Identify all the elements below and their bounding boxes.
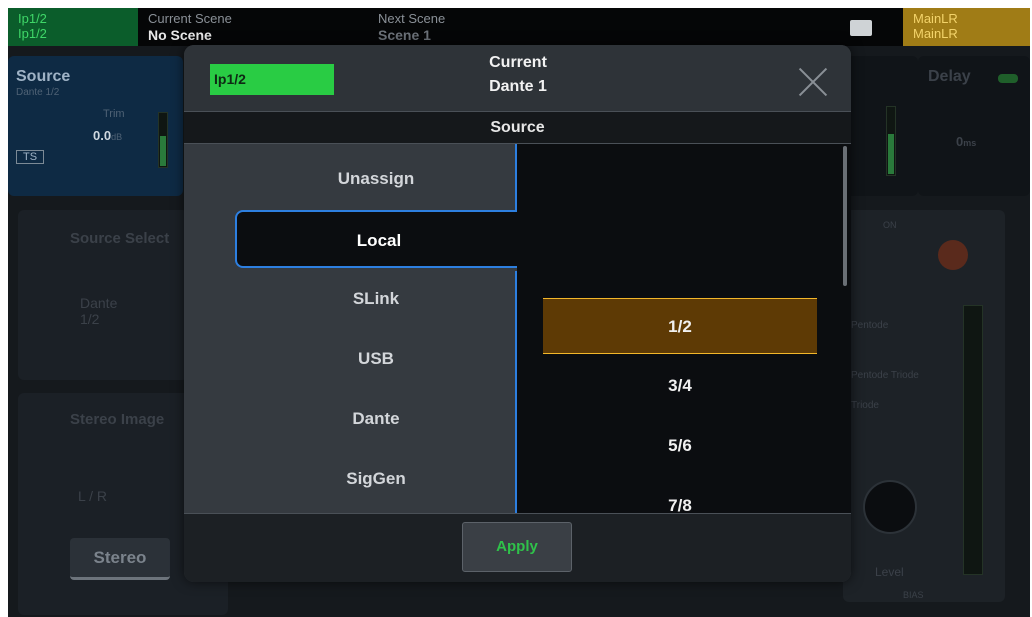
amp-panel: ON Pentode Pentode Triode Triode Level B… [843,210,1005,602]
tab-local[interactable]: Local [235,210,521,268]
level-knob[interactable] [863,480,917,534]
option-3-4[interactable]: 3/4 [543,358,817,414]
dialog-body: Unassign Local SLink USB Dante SigGen 1/… [184,144,851,513]
gate-meter [886,106,896,176]
tab-dante[interactable]: Dante [236,390,516,448]
amp-meter [963,305,983,575]
current-scene-label: Current Scene [148,11,232,26]
delay-label: Delay [928,68,971,85]
pentode-label: Pentode [851,320,889,331]
mixer-screen: Ip1/2 Ip1/2 Current Scene No Scene Next … [8,8,1030,617]
tab-unassign[interactable]: Unassign [236,150,516,208]
next-scene-value: Scene 1 [378,27,431,43]
tab-usb[interactable]: USB [236,330,516,388]
source-tile-subtitle: Dante 1/2 [16,87,60,98]
current-source: Current Dante 1 [384,51,652,99]
current-scene-value: No Scene [148,27,212,43]
option-1-2[interactable]: 1/2 [543,298,817,354]
main-mix-line1: MainLR [913,11,958,26]
triode-label: Triode [851,400,879,411]
delay-tile[interactable]: Delay 0ms [918,56,1030,196]
main-mix-indicator[interactable]: MainLR MainLR [903,8,1030,46]
source-tile-title: Source [16,68,71,85]
top-bar: Ip1/2 Ip1/2 Current Scene No Scene Next … [8,8,1030,46]
channel-chip: Ip1/2 [210,64,334,95]
trim-number: 0.0 [93,128,112,143]
source-level-meter [158,112,168,168]
stereo-image-label: Stereo Image [70,411,165,428]
pentode-triode-label: Pentode Triode [851,370,919,381]
dialog-footer: Apply [184,513,851,582]
delay-unit: ms [963,138,977,148]
list-scrollbar[interactable] [843,146,847,286]
level-label: Level [875,565,904,579]
dante-source-tile[interactable]: Dante 1/2 [80,295,140,327]
trim-value: 0.0dB [93,128,122,143]
lr-select[interactable]: L / R [78,488,107,504]
source-select-panel: Source Select Dante 1/2 [18,210,188,380]
input-pair-list[interactable]: 1/2 3/4 5/6 7/8 [517,144,851,513]
section-title: Source [184,111,851,144]
tab-siggen[interactable]: SigGen [236,450,516,508]
gate-tile[interactable] [843,56,918,196]
delay-on-led [998,74,1018,83]
option-7-8[interactable]: 7/8 [543,478,817,513]
power-button[interactable] [938,240,968,270]
source-tile[interactable]: Source Dante 1/2 Trim 0.0dB TS [8,56,183,196]
source-type-tabs: Unassign Local SLink USB Dante SigGen [184,144,521,513]
channel-name-line1: Ip1/2 [18,11,47,26]
dialog-header: Ip1/2 Current Dante 1 [184,45,851,111]
current-label: Current [489,54,547,71]
next-scene-label: Next Scene [378,11,446,26]
ts-badge: TS [16,150,45,164]
current-scene[interactable]: Current Scene No Scene [148,11,232,43]
option-5-6[interactable]: 5/6 [543,418,817,474]
apply-button[interactable]: Apply [462,522,572,572]
channel-name-line2: Ip1/2 [18,26,47,41]
close-icon[interactable] [798,67,828,97]
tab-slink[interactable]: SLink [236,270,516,328]
bias-label: BIAS [903,590,924,600]
source-select-label: Source Select [70,230,170,247]
stereo-button[interactable]: Stereo [70,538,170,580]
current-value: Dante 1 [489,78,547,95]
main-mix-line2: MainLR [913,26,958,41]
source-select-dialog: Ip1/2 Current Dante 1 Source Unassign Lo… [184,45,851,582]
trim-unit: dB [111,132,123,142]
sd-card-icon[interactable] [850,20,872,36]
channel-indicator[interactable]: Ip1/2 Ip1/2 [8,8,138,46]
next-scene[interactable]: Next Scene Scene 1 [378,11,445,43]
on-label: ON [883,220,897,230]
delay-value: 0ms [956,134,976,149]
trim-label: Trim [103,108,125,120]
